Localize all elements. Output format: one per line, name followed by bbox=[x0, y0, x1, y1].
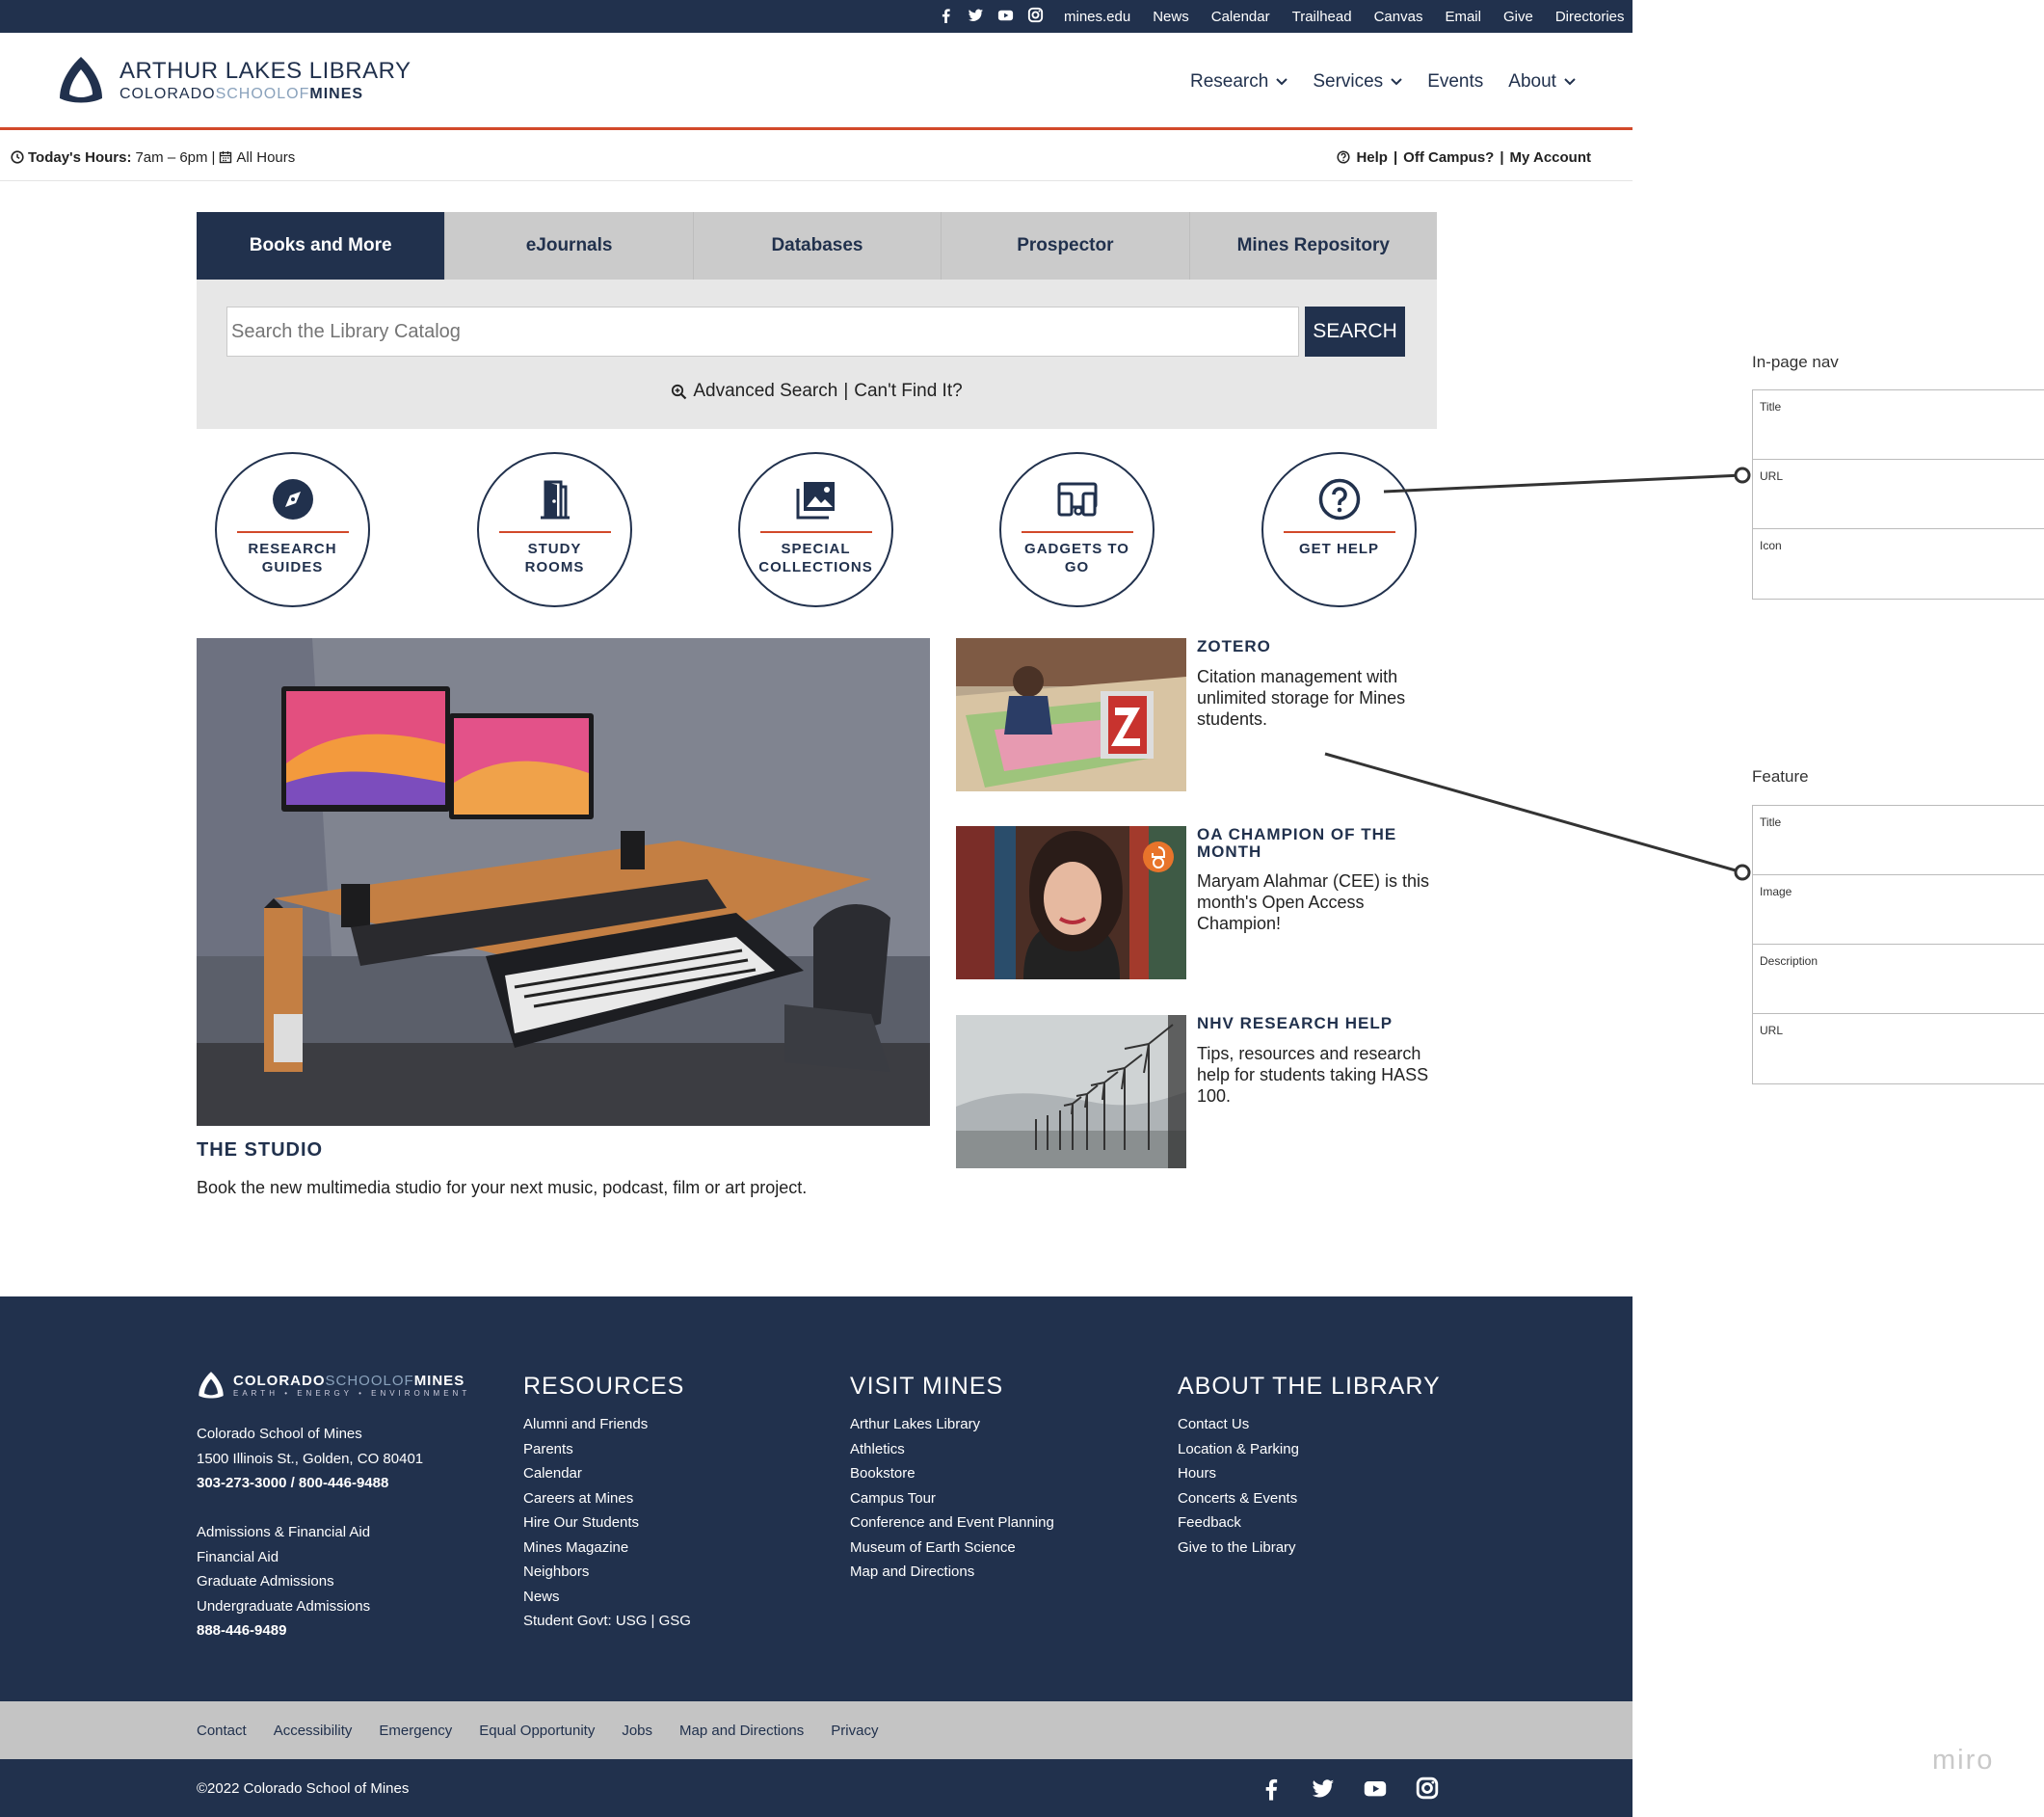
connector-inpage-nav-handle bbox=[1734, 467, 1751, 484]
annotation-row-title: Title bbox=[1753, 390, 2044, 460]
annotation-inpage-nav-card[interactable]: Title URL Icon bbox=[1752, 389, 2044, 600]
connector-feature bbox=[1324, 752, 1743, 874]
miro-watermark: miro bbox=[1932, 1745, 1995, 1776]
connector-inpage-nav bbox=[1383, 473, 1743, 494]
annotation-row-icon: Icon bbox=[1760, 539, 1782, 552]
connector-feature-handle bbox=[1734, 864, 1751, 881]
annotation-feature-card[interactable]: Title Image Description URL bbox=[1752, 805, 2044, 1084]
annotation-row-url: URL bbox=[1760, 1024, 1784, 1037]
annotation-row-title: Title bbox=[1753, 806, 2044, 875]
annotation-inpage-nav-title: In-page nav bbox=[1752, 353, 1839, 371]
annotation-connectors bbox=[1324, 467, 1751, 881]
annotation-row-image: Image bbox=[1753, 875, 2044, 945]
annotation-feature-title: Feature bbox=[1752, 767, 1809, 786]
annotation-row-description: Description bbox=[1753, 945, 2044, 1014]
annotation-row-url: URL bbox=[1753, 460, 2044, 529]
